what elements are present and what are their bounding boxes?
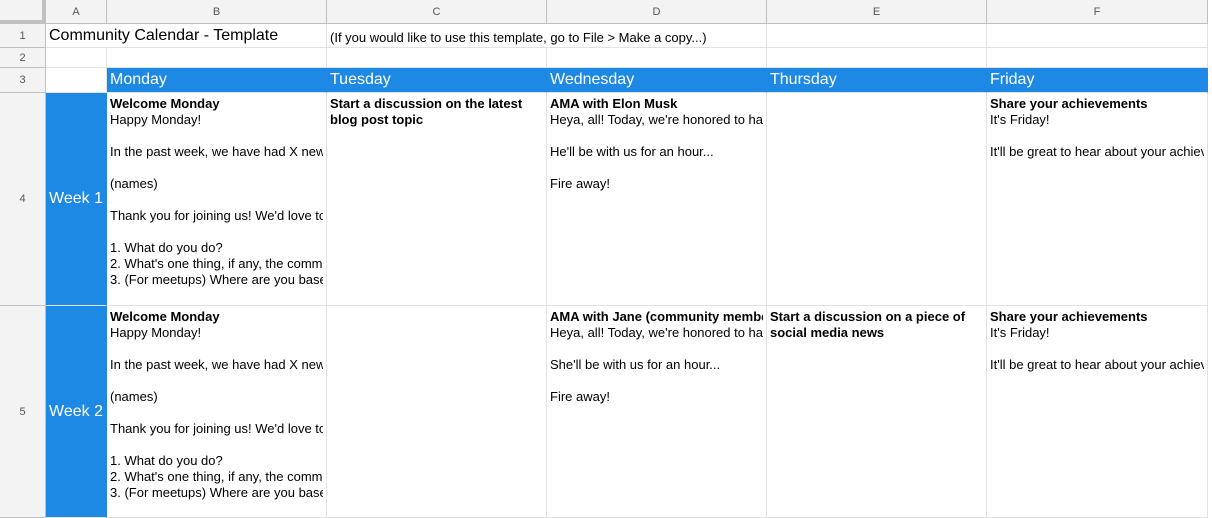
cell-title: AMA with Elon Musk (550, 96, 678, 111)
day-header-friday[interactable]: Friday (987, 68, 1208, 93)
column-header-e[interactable]: E (767, 0, 987, 24)
text-line: Happy Monday! (110, 112, 202, 127)
text-line: Happy Monday! (110, 325, 202, 340)
cell-c2[interactable] (327, 48, 547, 68)
text-line: Thank you for joining us! We'd love to (110, 208, 323, 223)
sheet-title[interactable]: Community Calendar - Template (46, 24, 327, 48)
cell-title: Start a discussion on a piece of social … (770, 309, 966, 340)
day-header-thursday[interactable]: Thursday (767, 68, 987, 93)
text-line: (names) (110, 176, 158, 191)
cell-title: Welcome Monday (110, 96, 220, 111)
text-line (550, 373, 763, 389)
cell-d2[interactable] (547, 48, 767, 68)
text-line: 2. What's one thing, if any, the commu (110, 256, 323, 271)
row-header-1[interactable]: 1 (0, 24, 46, 48)
cell-title: Start a discussion on the latest blog po… (330, 96, 523, 127)
column-header-b[interactable]: B (107, 0, 327, 24)
cell-b2[interactable] (107, 48, 327, 68)
text-line (110, 224, 323, 240)
text-line: 3. (For meetups) Where are you base (110, 272, 323, 287)
cell-f1[interactable] (987, 24, 1208, 48)
text-line: 2. What's one thing, if any, the commu (110, 469, 323, 484)
day-header-wednesday[interactable]: Wednesday (547, 68, 767, 93)
row-header-5[interactable]: 5 (0, 306, 46, 518)
text-line (110, 405, 323, 421)
text-line (110, 128, 323, 144)
text-line: Fire away! (550, 389, 610, 404)
cell-a2[interactable] (46, 48, 107, 68)
text-line (110, 373, 323, 389)
row-header-3[interactable]: 3 (0, 68, 46, 93)
column-header-d[interactable]: D (547, 0, 767, 24)
cell-b4[interactable]: Welcome Monday Happy Monday! In the past… (107, 93, 327, 306)
cell-c4[interactable]: Start a discussion on the latest blog po… (327, 93, 547, 306)
day-header-tuesday[interactable]: Tuesday (327, 68, 547, 93)
text-line (110, 160, 323, 176)
text-line: She'll be with us for an hour... (550, 357, 721, 372)
text-line (110, 341, 323, 357)
text-line: It's Friday! (990, 112, 1050, 127)
cell-e1[interactable] (767, 24, 987, 48)
cell-b5[interactable]: Welcome Monday Happy Monday! In the past… (107, 306, 327, 518)
cell-title: Welcome Monday (110, 309, 220, 324)
text-line: Thank you for joining us! We'd love to (110, 421, 323, 436)
cell-e5[interactable]: Start a discussion on a piece of social … (767, 306, 987, 518)
week-label-2[interactable]: Week 2 (46, 306, 107, 518)
row-header-2[interactable]: 2 (0, 48, 46, 68)
column-header-a[interactable]: A (46, 0, 107, 24)
text-line: He'll be with us for an hour... (550, 144, 714, 159)
text-line: 1. What do you do? (110, 453, 223, 468)
spreadsheet-grid: A B C D E F 1 2 3 4 5 Community Calendar… (0, 0, 1212, 518)
text-line (550, 128, 763, 144)
cell-f5[interactable]: Share your achievements It's Friday! It'… (987, 306, 1208, 518)
text-line (550, 341, 763, 357)
text-line (110, 437, 323, 453)
column-header-c[interactable]: C (327, 0, 547, 24)
text-line (110, 192, 323, 208)
cell-d5[interactable]: AMA with Jane (community membe Heya, all… (547, 306, 767, 518)
cell-f2[interactable] (987, 48, 1208, 68)
cell-a3[interactable] (46, 68, 107, 93)
day-header-monday[interactable]: Monday (107, 68, 327, 93)
text-line: It'll be great to hear about your achiev (990, 357, 1204, 372)
cell-title: Share your achievements (990, 309, 1148, 324)
text-line: In the past week, we have had X new (110, 357, 323, 372)
text-line: 3. (For meetups) Where are you base (110, 485, 323, 500)
row-header-4[interactable]: 4 (0, 93, 46, 306)
text-line: It'll be great to hear about your achiev (990, 144, 1204, 159)
text-line: Heya, all! Today, we're honored to hav (550, 112, 763, 127)
text-line: In the past week, we have had X new (110, 144, 323, 159)
text-line: Fire away! (550, 176, 610, 191)
text-line (990, 341, 1204, 357)
select-all-corner[interactable] (0, 0, 46, 24)
cell-title: Share your achievements (990, 96, 1148, 111)
cell-e2[interactable] (767, 48, 987, 68)
text-line: Heya, all! Today, we're honored to hav (550, 325, 763, 340)
text-line (990, 128, 1204, 144)
text-line (550, 160, 763, 176)
column-header-f[interactable]: F (987, 0, 1208, 24)
text-line: It's Friday! (990, 325, 1050, 340)
text-line: (names) (110, 389, 158, 404)
cell-c5[interactable] (327, 306, 547, 518)
cell-title: AMA with Jane (community membe (550, 309, 763, 324)
week-label-1[interactable]: Week 1 (46, 93, 107, 306)
cell-d4[interactable]: AMA with Elon Musk Heya, all! Today, we'… (547, 93, 767, 306)
text-line: 1. What do you do? (110, 240, 223, 255)
template-note[interactable]: (If you would like to use this template,… (327, 24, 767, 48)
cell-e4[interactable] (767, 93, 987, 306)
cell-f4[interactable]: Share your achievements It's Friday! It'… (987, 93, 1208, 306)
